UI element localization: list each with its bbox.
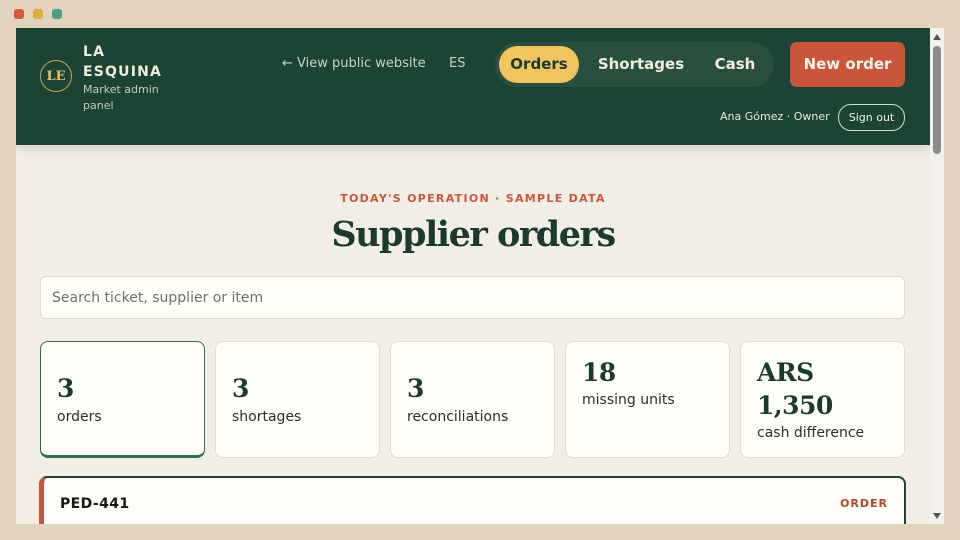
brand-name: LA ESQUINA — [83, 44, 163, 80]
stat-value: ARS 1,350 — [757, 358, 833, 420]
language-toggle[interactable]: ES — [449, 56, 465, 71]
order-id: PED-441 — [60, 496, 130, 512]
maximize-window-dot[interactable] — [52, 9, 62, 19]
stat-value: 3 — [57, 374, 74, 403]
minimize-window-dot[interactable] — [33, 9, 43, 19]
tab-cash[interactable]: Cash — [703, 46, 767, 83]
close-window-dot[interactable] — [14, 9, 24, 19]
top-header: LE LA ESQUINA Market admin panel ← View … — [16, 28, 930, 145]
stat-card-orders[interactable]: 3 orders — [40, 341, 205, 458]
stat-card-cash-difference[interactable]: ARS 1,350 cash difference — [740, 341, 905, 458]
scroll-down-arrow-icon[interactable] — [933, 513, 941, 519]
search-input[interactable] — [40, 276, 905, 319]
tab-shortages[interactable]: Shortages — [589, 46, 693, 83]
stat-card-missing-units[interactable]: 18 missing units — [565, 341, 730, 458]
stat-label: missing units — [582, 392, 675, 408]
brand-subtitle: Market admin panel — [83, 83, 159, 112]
stat-label: shortages — [232, 409, 302, 425]
scroll-thumb[interactable] — [933, 46, 941, 154]
section-kicker: TODAY'S OPERATION · SAMPLE DATA — [340, 192, 606, 205]
vertical-scrollbar[interactable] — [930, 28, 944, 524]
order-type-badge: ORDER — [840, 497, 888, 510]
new-order-button[interactable]: New order — [790, 42, 905, 87]
stat-value: 18 — [582, 358, 616, 387]
stat-card-shortages[interactable]: 3 shortages — [215, 341, 380, 458]
order-card[interactable]: PED-441 ORDER — [39, 476, 906, 524]
stat-value: 3 — [232, 374, 249, 403]
page-title: Supplier orders — [331, 214, 616, 255]
stat-value: 3 — [407, 374, 424, 403]
page-viewport: LE LA ESQUINA Market admin panel ← View … — [16, 28, 930, 524]
window-controls — [14, 9, 62, 19]
stat-label: cash difference — [757, 425, 865, 441]
stat-label: reconciliations — [407, 409, 509, 425]
stat-label: orders — [57, 409, 102, 425]
tab-orders[interactable]: Orders — [499, 46, 579, 83]
sign-out-button[interactable]: Sign out — [838, 104, 905, 131]
brand-logo[interactable]: LE — [40, 60, 72, 92]
view-public-website-link[interactable]: ← View public website — [282, 56, 426, 71]
scroll-up-arrow-icon[interactable] — [933, 34, 941, 40]
current-user: Ana Gómez · Owner — [720, 110, 830, 123]
main-nav-tabs: Orders Shortages Cash — [495, 42, 774, 87]
stat-card-reconciliations[interactable]: 3 reconciliations — [390, 341, 555, 458]
